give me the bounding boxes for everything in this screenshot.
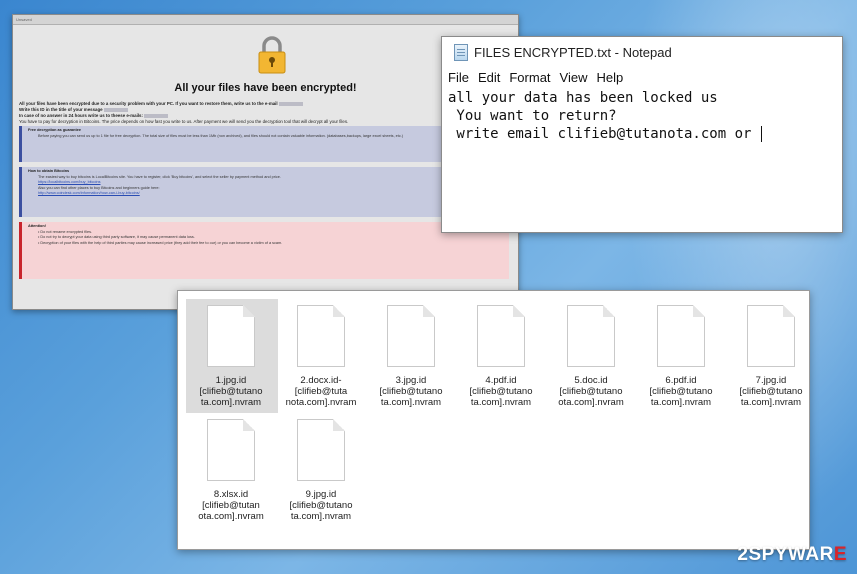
file-item[interactable]: 3.jpg.id [clifieb@tutano ta.com].nvram xyxy=(372,305,450,408)
file-name-line-1: 6.pdf.id xyxy=(665,375,697,386)
obtain-bitcoins-box: How to obtain Bitcoins The easiest way t… xyxy=(19,167,509,217)
file-name-line-1: 2.docx.id- xyxy=(300,375,342,386)
menu-view[interactable]: View xyxy=(560,70,588,85)
menu-help[interactable]: Help xyxy=(596,70,623,85)
file-item[interactable]: 2.docx.id- [clifieb@tuta nota.com].nvram xyxy=(282,305,360,408)
file-item[interactable]: 5.doc.id [clifieb@tutano ota.com].nvram xyxy=(552,305,630,408)
document-icon xyxy=(747,305,795,367)
coindesk-link[interactable]: http://www.coindesk.com/information/how-… xyxy=(38,191,140,195)
file-name-line-2: [clifieb@tutano xyxy=(469,386,533,397)
free-decryption-text: Before paying you can send us up to 1 fi… xyxy=(38,133,404,138)
file-name-line-2: [clifieb@tutano xyxy=(739,386,803,397)
notepad-window: FILES ENCRYPTED.txt - Notepad File Edit … xyxy=(441,36,843,233)
document-icon xyxy=(657,305,705,367)
document-icon xyxy=(477,305,525,367)
document-icon xyxy=(567,305,615,367)
notepad-text-area[interactable]: all your data has been locked us You wan… xyxy=(442,87,842,143)
file-name-line-2: [clifieb@tutano xyxy=(649,386,713,397)
document-icon xyxy=(387,305,435,367)
file-name-line-1: 8.xlsx.id xyxy=(213,489,249,500)
file-name-line-3: ta.com].nvram xyxy=(290,511,352,522)
attention-item-1: Do not rename encrypted files. xyxy=(40,229,93,234)
ransom-window-titlebar: Unsaved xyxy=(13,15,518,25)
file-name-line-3: ota.com].nvram xyxy=(198,511,264,522)
file-name-line-3: ta.com].nvram xyxy=(650,397,712,408)
file-item[interactable]: 7.jpg.id [clifieb@tutano ta.com].nvram xyxy=(732,305,810,408)
notepad-titlebar: FILES ENCRYPTED.txt - Notepad xyxy=(442,37,842,67)
notepad-line-3: write email clifieb@tutanota.com or xyxy=(448,126,760,142)
file-name-line-3: ta.com].nvram xyxy=(200,397,262,408)
ransom-line-1: All your files have been encrypted due t… xyxy=(19,101,278,106)
ransom-line-2: Write this ID in the title of your messa… xyxy=(19,107,103,112)
notepad-file-icon xyxy=(454,43,468,61)
file-name-line-1: 3.jpg.id xyxy=(395,375,427,386)
notepad-line-1: all your data has been locked us xyxy=(448,90,718,106)
file-name-line-2: [clifieb@tuta xyxy=(294,386,348,397)
file-name-line-2: [clifieb@tutano xyxy=(199,386,263,397)
file-item[interactable]: 9.jpg.id [clifieb@tutano ta.com].nvram xyxy=(282,419,360,522)
attention-item-2: Do not try to decrypt your data using th… xyxy=(40,235,195,239)
file-name-line-3: ta.com].nvram xyxy=(470,397,532,408)
file-explorer-window: 1.jpg.id [clifieb@tutano ta.com].nvram 2… xyxy=(177,290,810,550)
ransom-line-4: You have to pay for decryption in Bitcoi… xyxy=(19,119,349,124)
file-name-line-1: 5.doc.id xyxy=(574,375,608,386)
file-name-line-2: [clifieb@tutan xyxy=(202,500,260,511)
menu-edit[interactable]: Edit xyxy=(478,70,500,85)
ransom-line-3: In case of no answer in 24 hours write u… xyxy=(19,113,143,118)
file-item[interactable]: 8.xlsx.id [clifieb@tutan ota.com].nvram xyxy=(192,419,270,522)
notepad-title: FILES ENCRYPTED.txt - Notepad xyxy=(474,44,672,60)
file-name-line-3: ta.com].nvram xyxy=(740,397,802,408)
free-decryption-box: Free decryption as guarantee Before payi… xyxy=(19,126,509,162)
document-icon xyxy=(297,305,345,367)
file-name-line-3: ta.com].nvram xyxy=(380,397,442,408)
notepad-line-2: You want to return? xyxy=(448,108,617,124)
document-icon xyxy=(297,419,345,481)
file-name-line-2: [clifieb@tutano xyxy=(559,386,623,397)
file-name-line-2: [clifieb@tutano xyxy=(379,386,443,397)
file-name-line-3: nota.com].nvram xyxy=(285,397,357,408)
file-name-line-1: 9.jpg.id xyxy=(305,489,337,500)
file-item[interactable]: 4.pdf.id [clifieb@tutano ta.com].nvram xyxy=(462,305,540,408)
attention-box: Attention! • Do not rename encrypted fil… xyxy=(19,222,509,279)
file-name-line-1: 7.jpg.id xyxy=(755,375,787,386)
attention-item-3: Decryption of your files with the help o… xyxy=(40,240,283,245)
menu-file[interactable]: File xyxy=(448,70,469,85)
document-icon xyxy=(207,305,255,367)
file-name-line-3: ota.com].nvram xyxy=(558,397,624,408)
notepad-menubar: File Edit Format View Help xyxy=(442,67,842,87)
localbitcoins-link[interactable]: https://localbitcoins.com/buy_bitcoins xyxy=(38,180,100,184)
menu-format[interactable]: Format xyxy=(509,70,550,85)
file-item[interactable]: 1.jpg.id [clifieb@tutano ta.com].nvram xyxy=(186,299,278,413)
watermark-logo: 2SPYWARE xyxy=(737,544,847,565)
file-item[interactable]: 6.pdf.id [clifieb@tutano ta.com].nvram xyxy=(642,305,720,408)
file-name-line-1: 1.jpg.id xyxy=(215,375,247,386)
ransom-intro-text: All your files have been encrypted due t… xyxy=(19,101,509,125)
file-name-line-1: 4.pdf.id xyxy=(485,375,517,386)
text-caret xyxy=(760,126,762,142)
file-name-line-2: [clifieb@tutano xyxy=(289,500,353,511)
padlock-icon xyxy=(258,36,286,74)
document-icon xyxy=(207,419,255,481)
